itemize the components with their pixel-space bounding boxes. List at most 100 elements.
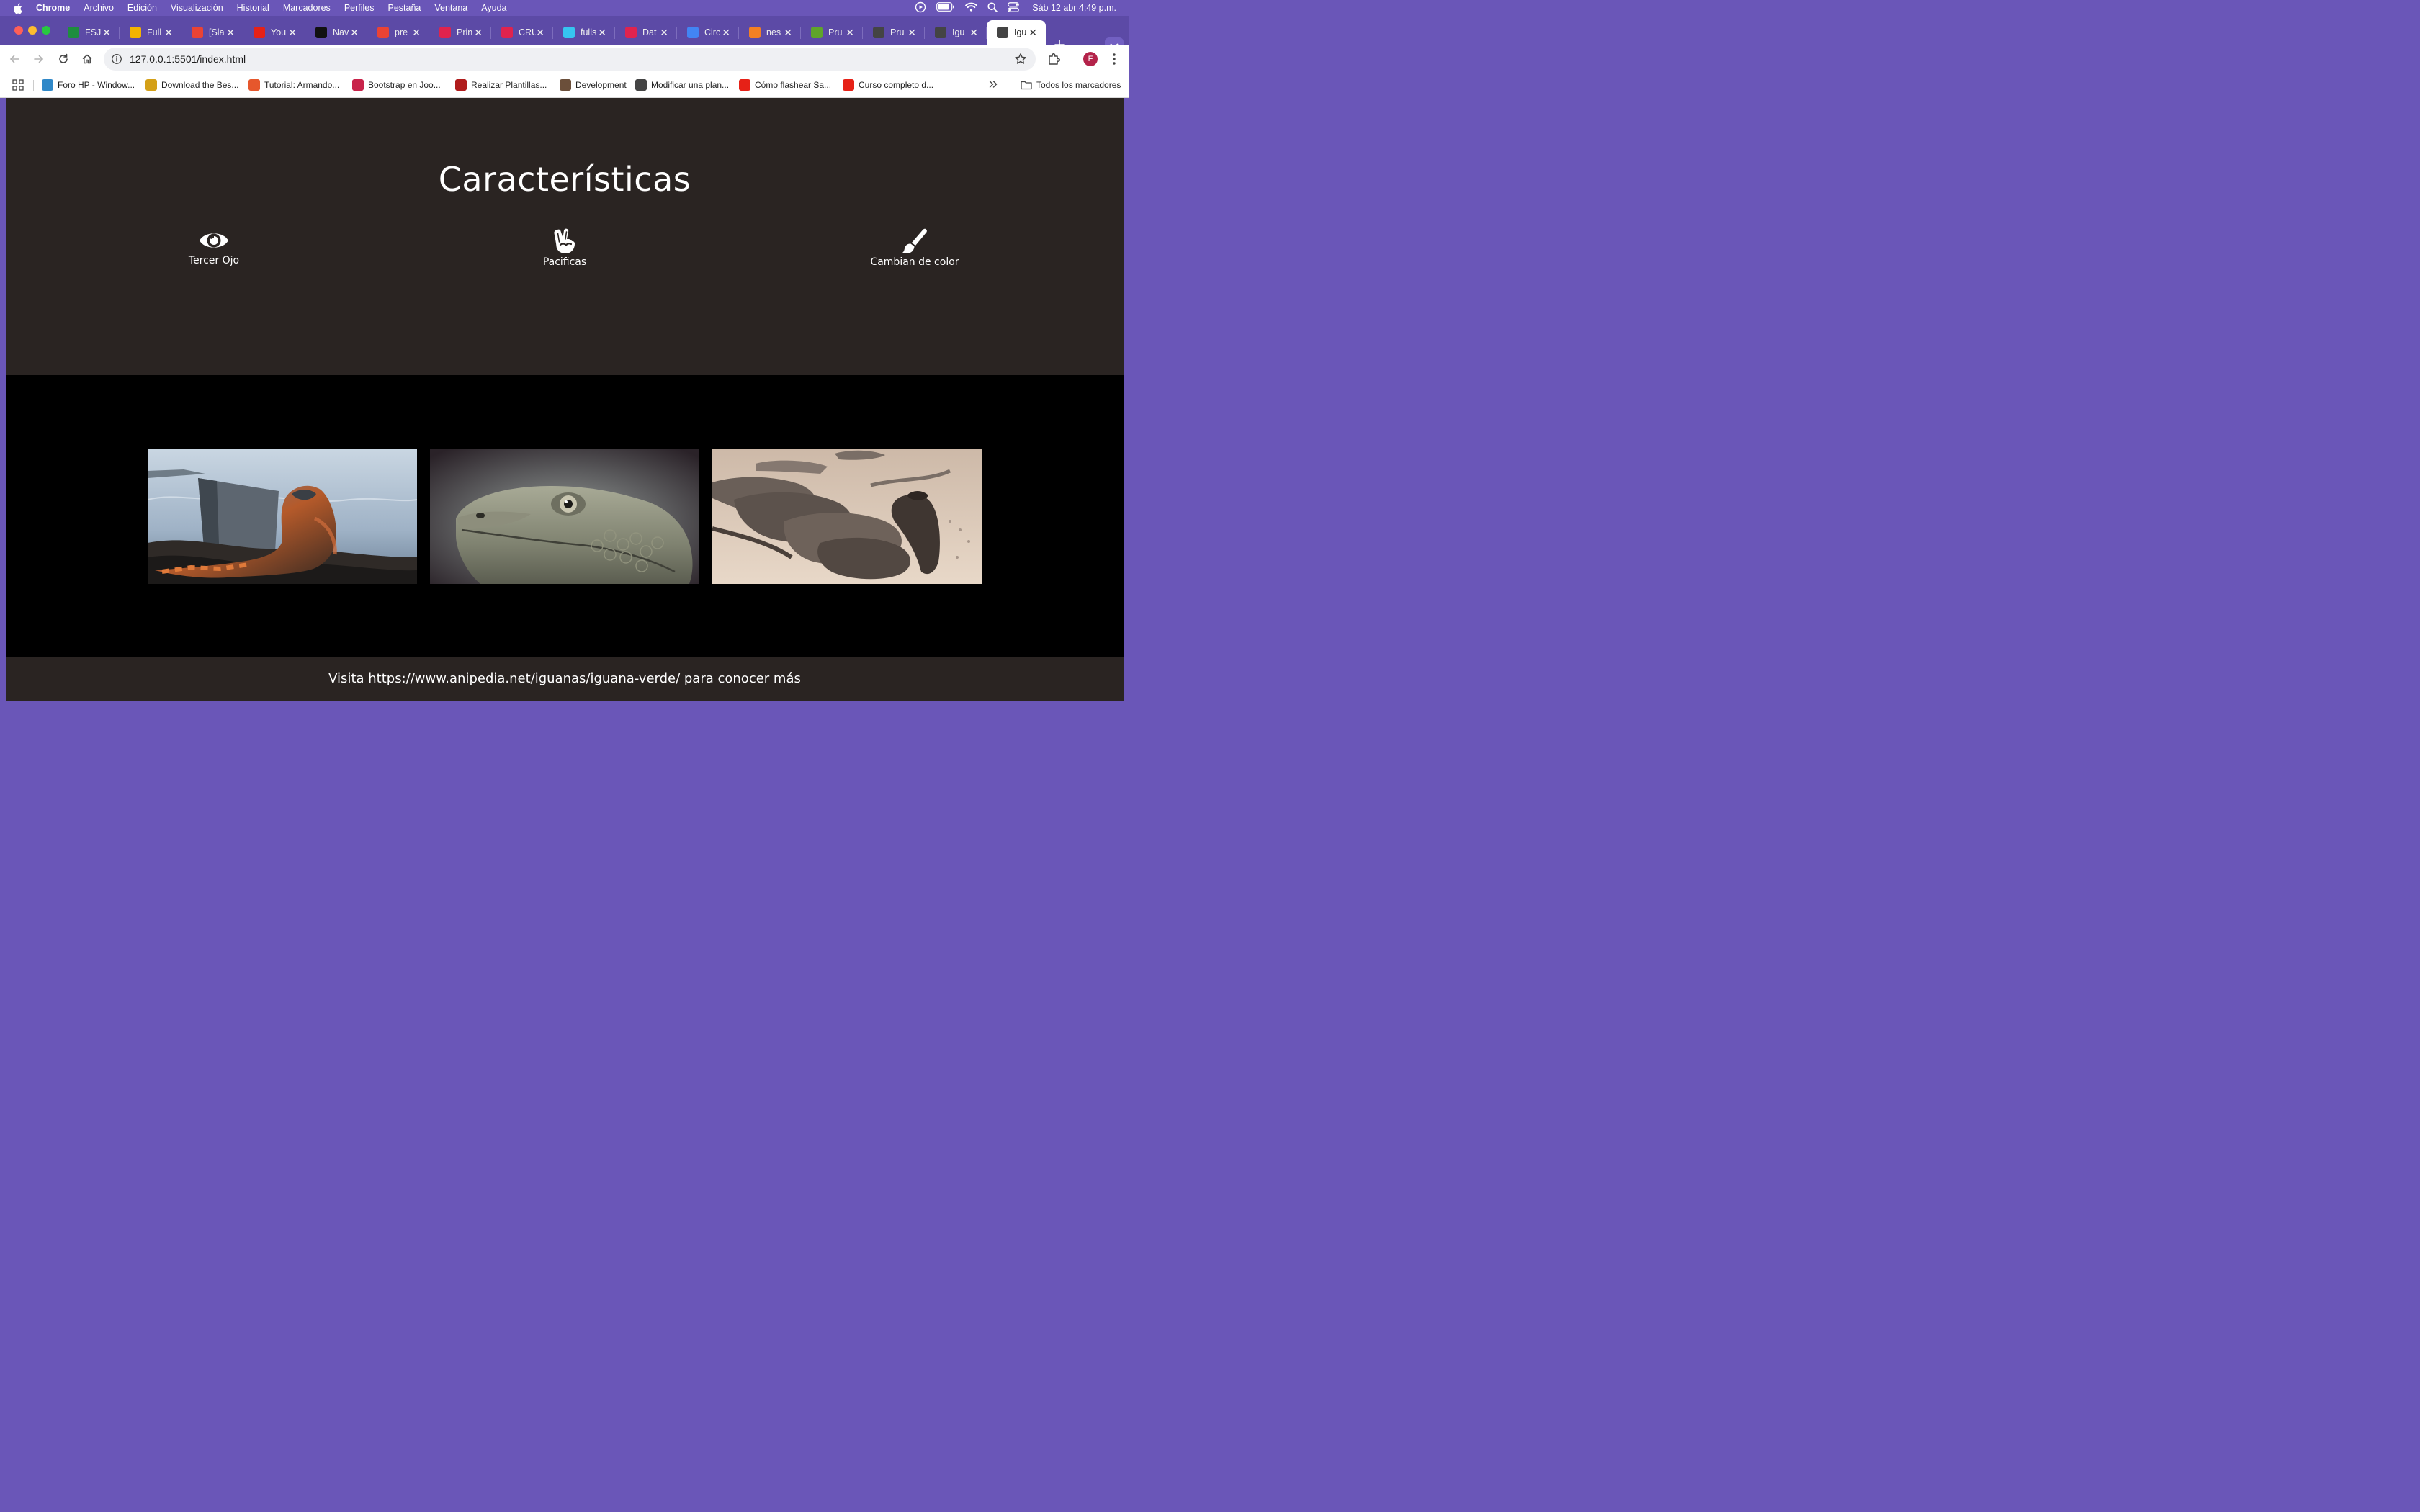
menu-ventana[interactable]: Ventana: [434, 3, 467, 13]
menu-archivo[interactable]: Archivo: [84, 3, 114, 13]
bookmark-label: Download the Bes...: [161, 80, 239, 90]
browser-tab[interactable]: Prin ✕: [429, 20, 491, 45]
apps-grid-icon[interactable]: [12, 78, 24, 91]
close-tab-icon[interactable]: ✕: [288, 27, 297, 39]
screen-record-icon[interactable]: [915, 1, 926, 15]
close-tab-icon[interactable]: ✕: [474, 27, 483, 39]
bookmark-item[interactable]: Development: [560, 79, 627, 91]
peace-hand-icon: [554, 228, 575, 253]
menu-marcadores[interactable]: Marcadores: [283, 3, 331, 13]
menu-pestana[interactable]: Pestaña: [388, 3, 421, 13]
close-tab-icon[interactable]: ✕: [536, 27, 544, 39]
bookmark-item[interactable]: Cómo flashear Sa...: [739, 79, 831, 91]
close-window-button[interactable]: [14, 26, 23, 35]
browser-tab[interactable]: Pru ✕: [801, 20, 863, 45]
browser-tab[interactable]: Dat ✕: [615, 20, 677, 45]
browser-tab[interactable]: pre ✕: [367, 20, 429, 45]
menu-clock[interactable]: Sáb 12 abr 4:49 p.m.: [1032, 3, 1116, 13]
home-button[interactable]: [80, 52, 94, 66]
youtube-icon: [739, 79, 750, 91]
back-button[interactable]: [7, 52, 22, 66]
minimize-window-button[interactable]: [28, 26, 37, 35]
gmail-icon: [192, 27, 203, 38]
bookmark-item[interactable]: Curso completo d...: [843, 79, 933, 91]
address-bar[interactable]: 127.0.0.1:5501/index.html: [104, 48, 1036, 71]
menu-kebab-icon[interactable]: [1109, 52, 1119, 70]
bookmarks-overflow-button[interactable]: [988, 79, 998, 89]
bookmark-item[interactable]: Realizar Plantillas...: [455, 79, 547, 91]
eye-icon: [200, 233, 228, 248]
close-tab-icon[interactable]: ✕: [1028, 27, 1037, 39]
tab-title: Nav: [333, 27, 349, 37]
features-section: Características Tercer Ojo Pacificas Cam…: [6, 98, 1124, 375]
menu-historial[interactable]: Historial: [237, 3, 269, 13]
close-tab-icon[interactable]: ✕: [722, 27, 730, 39]
profile-avatar[interactable]: F: [1083, 52, 1098, 66]
menu-perfiles[interactable]: Perfiles: [344, 3, 375, 13]
menu-app-name[interactable]: Chrome: [36, 3, 70, 13]
close-tab-icon[interactable]: ✕: [908, 27, 916, 39]
browser-tab[interactable]: Igu ✕: [987, 20, 1046, 45]
tab-title: Dat: [642, 27, 657, 37]
sheets-icon: [68, 27, 79, 38]
zoom-window-button[interactable]: [42, 26, 50, 35]
tab-title: pre: [395, 27, 408, 37]
bookmark-star-icon[interactable]: [1014, 53, 1027, 69]
battery-icon[interactable]: [936, 2, 955, 14]
browser-tab[interactable]: FSJ ✕: [58, 20, 120, 45]
browser-tab[interactable]: You ✕: [243, 20, 305, 45]
close-tab-icon[interactable]: ✕: [784, 27, 792, 39]
site-info-icon[interactable]: [111, 53, 122, 65]
bookmark-item[interactable]: Foro HP - Window...: [42, 79, 135, 91]
folder-icon: [1021, 79, 1032, 91]
browser-tab[interactable]: CRU ✕: [491, 20, 553, 45]
tab-title: [Sla: [209, 27, 225, 37]
apple-icon[interactable]: [13, 3, 23, 14]
close-tab-icon[interactable]: ✕: [660, 27, 668, 39]
browser-tab[interactable]: Circ ✕: [677, 20, 739, 45]
browser-tab[interactable]: [Sla ✕: [182, 20, 243, 45]
browser-tab[interactable]: fulls ✕: [553, 20, 615, 45]
browser-tab[interactable]: Pru ✕: [863, 20, 925, 45]
reload-icon: [59, 53, 68, 63]
bookmark-label: Modificar una plan...: [651, 80, 730, 90]
menu-ayuda[interactable]: Ayuda: [481, 3, 506, 13]
all-bookmarks-folder[interactable]: Todos los marcadores: [1021, 79, 1121, 91]
address-url[interactable]: 127.0.0.1:5501/index.html: [130, 53, 246, 65]
close-tab-icon[interactable]: ✕: [598, 27, 606, 39]
extensions-puzzle-icon[interactable]: [1047, 52, 1062, 70]
menu-visualizacion[interactable]: Visualización: [171, 3, 223, 13]
bookmark-item[interactable]: Download the Bes...: [145, 79, 238, 91]
browser-tab[interactable]: Igu ✕: [925, 20, 987, 45]
menu-edicion[interactable]: Edición: [127, 3, 157, 13]
close-tab-icon[interactable]: ✕: [969, 27, 978, 39]
close-tab-icon[interactable]: ✕: [226, 27, 235, 39]
feature-label: Cambian de color: [870, 256, 959, 268]
globe-icon: [935, 27, 946, 38]
spotlight-search-icon[interactable]: [987, 2, 998, 14]
tab-title: Full: [147, 27, 162, 37]
wifi-icon[interactable]: [965, 2, 978, 14]
browser-tab[interactable]: Nav ✕: [305, 20, 367, 45]
browser-tab[interactable]: Full ✕: [120, 20, 182, 45]
browser-tab[interactable]: nes ✕: [739, 20, 801, 45]
nest-icon: [501, 27, 513, 38]
forward-button[interactable]: [32, 52, 46, 66]
close-tab-icon[interactable]: ✕: [846, 27, 854, 39]
close-tab-icon[interactable]: ✕: [350, 27, 359, 39]
close-tab-icon[interactable]: ✕: [412, 27, 421, 39]
bookmark-item[interactable]: Modificar una plan...: [635, 79, 729, 91]
bookmark-label: Bootstrap en Joo...: [368, 80, 441, 90]
features-heading: Características: [438, 160, 691, 199]
reload-button[interactable]: [56, 52, 71, 66]
bookmark-item[interactable]: Tutorial: Armando...: [248, 79, 339, 91]
bookmark-item[interactable]: Bootstrap en Joo...: [352, 79, 441, 91]
close-tab-icon[interactable]: ✕: [164, 27, 173, 39]
close-tab-icon[interactable]: ✕: [102, 27, 111, 39]
bookmark-label: Cómo flashear Sa...: [755, 80, 832, 90]
bookmark-label: Tutorial: Armando...: [264, 80, 340, 90]
browser-toolbar: 127.0.0.1:5501/index.html F: [0, 45, 1129, 73]
control-center-icon[interactable]: [1008, 1, 1020, 14]
slack-icon: [563, 27, 575, 38]
arrow-right-icon: [34, 55, 44, 63]
